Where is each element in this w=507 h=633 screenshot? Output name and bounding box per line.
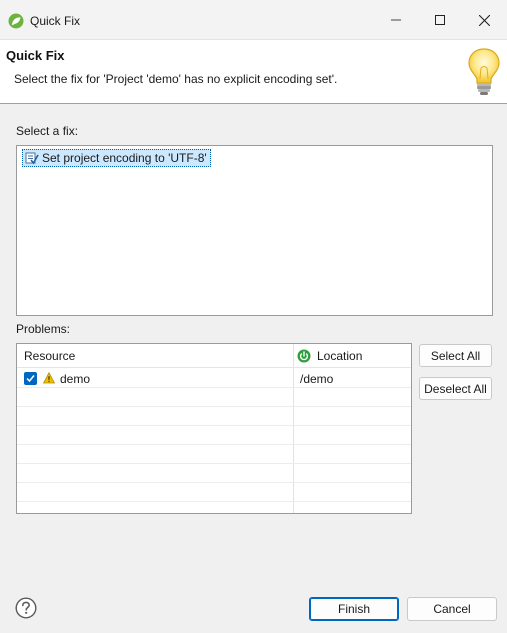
lightbulb-icon (468, 48, 500, 95)
change-icon (25, 152, 39, 165)
fix-item[interactable]: Set project encoding to 'UTF-8' (22, 149, 211, 167)
fix-item-label: Set project encoding to 'UTF-8' (42, 151, 207, 165)
column-header-location-label: Location (317, 349, 363, 363)
table-row-empty (17, 464, 411, 483)
location-cell: /demo (300, 372, 334, 386)
dialog-header: Quick Fix Select the fix for 'Project 'd… (0, 40, 507, 104)
problems-table[interactable]: Resource Location demo /demo (16, 343, 412, 514)
window-title: Quick Fix (30, 14, 81, 28)
warning-icon (43, 372, 55, 384)
spring-icon (297, 349, 311, 363)
table-row-empty (17, 426, 411, 445)
help-icon[interactable] (15, 597, 37, 619)
header-title: Quick Fix (6, 48, 65, 63)
fix-list[interactable]: Set project encoding to 'UTF-8' (16, 145, 493, 316)
table-row-empty (17, 445, 411, 464)
select-all-button[interactable]: Select All (419, 344, 492, 367)
table-row-empty (17, 407, 411, 426)
table-row-empty (17, 483, 411, 502)
maximize-button[interactable] (417, 0, 463, 40)
minimize-button[interactable] (373, 0, 419, 40)
column-header-resource[interactable]: Resource (24, 344, 75, 368)
minimize-icon (391, 19, 401, 21)
header-message: Select the fix for 'Project 'demo' has n… (14, 72, 338, 86)
table-row-empty (17, 388, 411, 407)
close-icon (478, 14, 490, 26)
app-icon (8, 13, 24, 29)
column-header-location[interactable]: Location (297, 344, 362, 368)
deselect-all-button[interactable]: Deselect All (419, 377, 492, 400)
table-header: Resource Location (17, 344, 411, 368)
resource-cell: demo (60, 372, 91, 386)
maximize-icon (435, 15, 445, 25)
title-bar: Quick Fix (0, 0, 507, 40)
problems-label: Problems: (16, 322, 71, 336)
cancel-button[interactable]: Cancel (407, 597, 497, 621)
finish-button[interactable]: Finish (309, 597, 399, 621)
check-icon (26, 375, 35, 383)
row-checkbox[interactable] (24, 372, 37, 385)
table-row[interactable]: demo /demo (17, 369, 411, 388)
select-fix-label: Select a fix: (16, 124, 79, 138)
close-button[interactable] (461, 0, 507, 40)
